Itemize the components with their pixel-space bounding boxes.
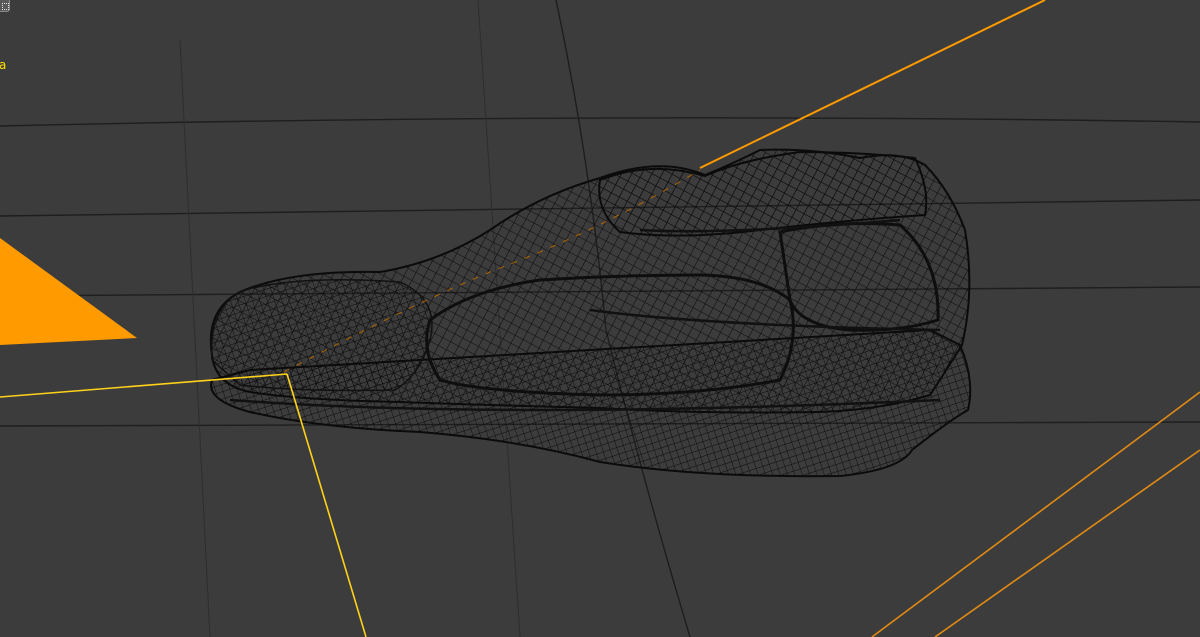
viewport-corner-toggle-button[interactable] bbox=[0, 0, 10, 12]
3d-viewport[interactable]: a bbox=[0, 0, 1200, 637]
viewport-scene bbox=[0, 0, 1200, 637]
shoe-wireframe[interactable] bbox=[209, 148, 972, 478]
object-name-label: a bbox=[0, 58, 7, 72]
dotted-square-icon bbox=[2, 3, 9, 10]
